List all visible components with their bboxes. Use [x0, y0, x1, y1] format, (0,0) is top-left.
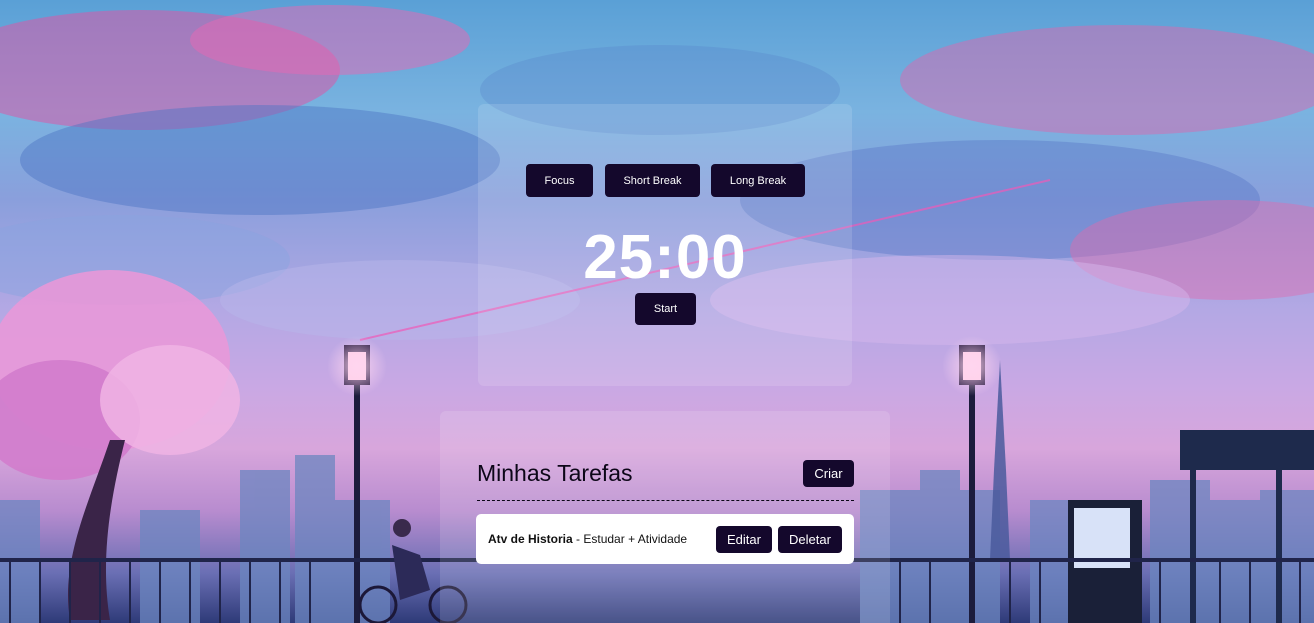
short-break-mode-button[interactable]: Short Break [605, 164, 700, 197]
tasks-divider [477, 500, 854, 501]
focus-mode-button[interactable]: Focus [526, 164, 593, 197]
task-text: Atv de Historia - Estudar + Atividade [488, 532, 687, 546]
edit-task-button[interactable]: Editar [716, 526, 772, 553]
tasks-title: Minhas Tarefas [477, 460, 633, 486]
delete-task-button[interactable]: Deletar [778, 526, 842, 553]
tasks-panel: Minhas Tarefas Criar Atv de Historia - E… [440, 411, 890, 623]
long-break-mode-button[interactable]: Long Break [711, 164, 805, 197]
timer-display: 25:00 [583, 223, 747, 292]
task-item: Atv de Historia - Estudar + Atividade Ed… [476, 514, 854, 564]
pomodoro-timer-panel: Focus Short Break Long Break 25:00 Start [478, 104, 852, 386]
start-button[interactable]: Start [635, 293, 696, 325]
task-title: Atv de Historia [488, 532, 573, 546]
create-task-button[interactable]: Criar [803, 460, 854, 487]
task-description: Estudar + Atividade [583, 532, 688, 546]
